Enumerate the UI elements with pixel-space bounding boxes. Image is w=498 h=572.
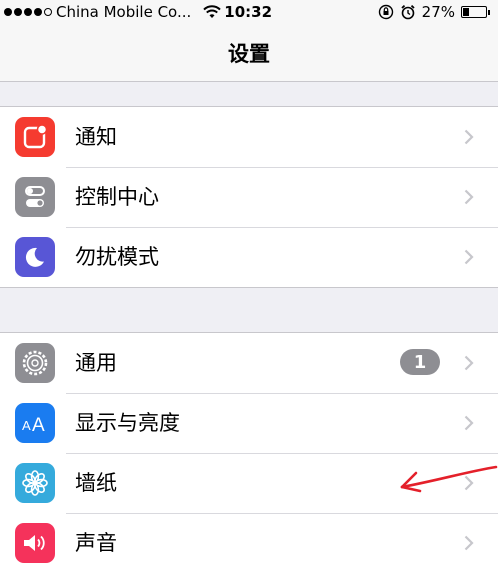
settings-row-do-not-disturb[interactable]: 勿扰模式: [0, 227, 498, 287]
page-title: 设置: [228, 41, 270, 66]
do-not-disturb-icon: [15, 237, 55, 277]
control-center-icon: [15, 177, 55, 217]
notifications-icon: [15, 117, 55, 157]
sounds-icon: [15, 523, 55, 563]
display-brightness-icon: A A: [15, 403, 55, 443]
settings-row-general[interactable]: 通用 1: [0, 333, 498, 393]
chevron-right-icon: [464, 475, 474, 491]
chevron-right-icon: [464, 249, 474, 265]
settings-row-label: 控制中心: [75, 185, 159, 209]
orientation-lock-icon: [378, 4, 393, 20]
chevron-right-icon: [464, 355, 474, 371]
alarm-icon: [401, 4, 415, 20]
battery-icon: [461, 6, 487, 18]
chevron-right-icon: [464, 415, 474, 431]
settings-row-label: 墙纸: [75, 471, 117, 495]
settings-row-sounds[interactable]: 声音: [0, 513, 498, 572]
battery-percent: 27%: [421, 3, 455, 21]
carrier-name: China Mobile Co...: [56, 3, 192, 21]
settings-row-label: 显示与亮度: [75, 411, 180, 435]
settings-row-label: 通知: [75, 125, 117, 149]
update-badge: 1: [400, 349, 440, 375]
settings-group-2: 通用 1 A A 显示与亮度 墙纸 声音: [0, 332, 498, 572]
settings-row-label: 通用: [75, 351, 117, 375]
settings-row-notifications[interactable]: 通知: [0, 107, 498, 167]
settings-row-label: 勿扰模式: [75, 245, 159, 269]
chevron-right-icon: [464, 129, 474, 145]
settings-row-label: 声音: [75, 531, 117, 555]
svg-text:A: A: [32, 415, 45, 436]
settings-group-1: 通知 控制中心 勿扰模式: [0, 106, 498, 288]
navigation-bar: 设置: [0, 24, 498, 82]
svg-text:A: A: [22, 418, 31, 433]
wifi-icon: [203, 5, 221, 18]
status-time: 10:32: [224, 3, 273, 21]
chevron-right-icon: [464, 535, 474, 551]
settings-row-control-center[interactable]: 控制中心: [0, 167, 498, 227]
chevron-right-icon: [464, 189, 474, 205]
signal-strength-icon: [4, 8, 52, 16]
general-gear-icon: [15, 343, 55, 383]
settings-row-wallpaper[interactable]: 墙纸: [0, 453, 498, 513]
wallpaper-icon: [15, 463, 55, 503]
status-bar: China Mobile Co... 10:32 27%: [0, 0, 498, 24]
settings-row-display-brightness[interactable]: A A 显示与亮度: [0, 393, 498, 453]
